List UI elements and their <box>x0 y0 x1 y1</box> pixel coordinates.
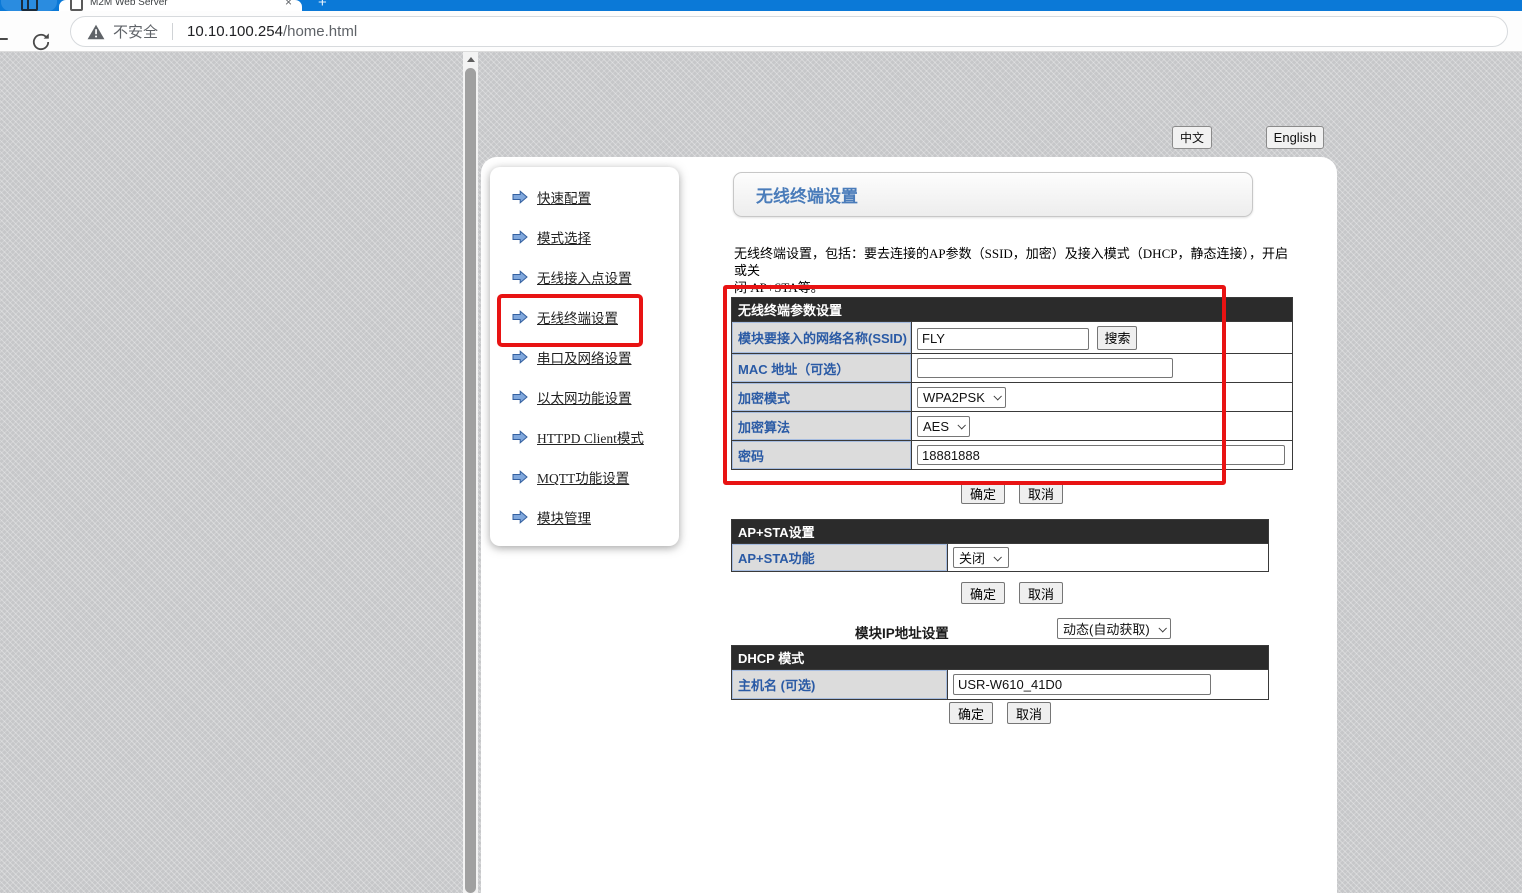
apsta-function-value: 关闭 <box>959 548 985 567</box>
encryption-algorithm-select[interactable]: AES <box>917 416 970 437</box>
page-description: 无线终端设置，包括：要去连接的AP参数（SSID，加密）及接入模式（DHCP，静… <box>734 245 1300 296</box>
search-button[interactable]: 搜索 <box>1097 326 1137 350</box>
mac-label: MAC 地址（可选） <box>732 354 912 383</box>
refresh-icon[interactable] <box>30 31 52 53</box>
close-tab-icon[interactable]: × <box>285 0 292 8</box>
mac-input[interactable] <box>917 358 1173 378</box>
url-text: 10.10.100.254/home.html <box>187 23 357 40</box>
apsta-table: AP+STA设置 AP+STA功能 关闭 <box>731 519 1269 572</box>
scroll-up-icon[interactable] <box>463 52 478 67</box>
lang-chinese-button[interactable]: 中文 <box>1172 126 1212 149</box>
lang-english-button[interactable]: English <box>1266 126 1324 149</box>
encryption-algorithm-value: AES <box>923 419 949 434</box>
ip-mode-value: 动态(自动获取) <box>1063 619 1150 638</box>
new-tab-button[interactable]: + <box>318 0 327 10</box>
apsta-buttons-row: 确定 取消 <box>731 582 1293 604</box>
browser-toolbar: 不安全 10.10.100.254/home.html <box>0 11 1522 52</box>
table-header: 无线终端参数设置 <box>732 298 1293 322</box>
sidebar-item-module-management[interactable]: 模块管理 <box>490 497 679 537</box>
pinned-tab[interactable] <box>1 0 57 11</box>
url-path: /home.html <box>283 23 357 40</box>
arrow-icon <box>512 470 528 484</box>
sidebar-item-label[interactable]: 以太网功能设置 <box>537 387 632 407</box>
sidebar-item-label[interactable]: 无线接入点设置 <box>537 267 632 287</box>
dhcp-buttons-row: 确定 取消 <box>731 702 1269 724</box>
module-ip-label: 模块IP地址设置 <box>855 622 949 642</box>
cancel-button[interactable]: 取消 <box>1007 702 1051 724</box>
arrow-icon <box>512 350 528 364</box>
ok-button[interactable]: 确定 <box>961 582 1005 604</box>
arrow-icon <box>512 230 528 244</box>
url-host: 10.10.100.254 <box>187 23 283 40</box>
sidebar-item-quick-config[interactable]: 快速配置 <box>490 177 679 217</box>
table-header: DHCP 模式 <box>732 646 1269 670</box>
arrow-icon <box>512 310 528 324</box>
browser-titlebar: M2M Web Server × + <box>0 0 1522 11</box>
scrollbar-thumb[interactable] <box>465 68 476 893</box>
sidebar-item-label[interactable]: 模式选择 <box>537 227 591 247</box>
sidebar-item-label[interactable]: 无线终端设置 <box>537 307 618 327</box>
sidebar-item-mode-select[interactable]: 模式选择 <box>490 217 679 257</box>
arrow-icon <box>512 430 528 444</box>
sidebar-menu: 快速配置 模式选择 无线接入点设置 无线终端设置 串口及网络设置 以太网功能设置 <box>490 167 679 546</box>
ok-button[interactable]: 确定 <box>961 482 1005 504</box>
main-panel: 快速配置 模式选择 无线接入点设置 无线终端设置 串口及网络设置 以太网功能设置 <box>481 157 1337 893</box>
browser-tab[interactable]: M2M Web Server × <box>59 0 302 11</box>
ok-button[interactable]: 确定 <box>949 702 993 724</box>
page-title-box: 无线终端设置 <box>733 172 1253 217</box>
page-background: 中文 English 快速配置 模式选择 无线接入点设置 无线终端设置 <box>0 52 1522 893</box>
arrow-icon <box>512 270 528 284</box>
description-line: 闭 AP+STA等。 <box>734 279 1300 296</box>
arrow-icon <box>512 190 528 204</box>
sidebar-item-ap-settings[interactable]: 无线接入点设置 <box>490 257 679 297</box>
address-bar[interactable]: 不安全 10.10.100.254/home.html <box>70 16 1508 47</box>
encryption-mode-label: 加密模式 <box>732 383 912 412</box>
frame-scrollbar[interactable] <box>463 52 478 893</box>
hostname-label: 主机名 (可选) <box>732 670 948 700</box>
description-line: 无线终端设置，包括：要去连接的AP参数（SSID，加密）及接入模式（DHCP，静… <box>734 245 1300 279</box>
apsta-function-select[interactable]: 关闭 <box>953 547 1009 568</box>
encryption-mode-select[interactable]: WPA2PSK <box>917 387 1006 408</box>
ip-mode-select[interactable]: 动态(自动获取) <box>1057 618 1171 639</box>
sidebar-item-label[interactable]: HTTPD Client模式 <box>537 427 644 447</box>
hostname-input[interactable] <box>953 674 1211 695</box>
cancel-button[interactable]: 取消 <box>1019 482 1063 504</box>
warning-icon <box>87 24 105 40</box>
sta-params-table: 无线终端参数设置 模块要接入的网络名称(SSID) 搜索 MAC 地址（可选） … <box>731 297 1293 470</box>
password-label: 密码 <box>732 441 912 470</box>
sidebar-item-httpd-client[interactable]: HTTPD Client模式 <box>490 417 679 457</box>
tab-title: M2M Web Server <box>90 0 260 8</box>
apsta-function-label: AP+STA功能 <box>732 544 948 572</box>
sidebar-item-serial-network[interactable]: 串口及网络设置 <box>490 337 679 377</box>
sidebar-item-mqtt[interactable]: MQTT功能设置 <box>490 457 679 497</box>
password-input[interactable] <box>917 445 1285 465</box>
sidebar-item-ethernet[interactable]: 以太网功能设置 <box>490 377 679 417</box>
dhcp-table: DHCP 模式 主机名 (可选) <box>731 645 1269 700</box>
sidebar-item-label[interactable]: 快速配置 <box>537 187 591 207</box>
sidebar-item-label[interactable]: 模块管理 <box>537 507 591 527</box>
arrow-icon <box>512 510 528 524</box>
address-divider <box>172 23 173 40</box>
back-icon[interactable] <box>0 32 9 46</box>
ssid-input[interactable] <box>917 328 1089 350</box>
window-icon <box>21 0 38 11</box>
page-title: 无线终端设置 <box>756 182 858 207</box>
sidebar-item-sta-settings[interactable]: 无线终端设置 <box>490 297 679 337</box>
encryption-mode-value: WPA2PSK <box>923 390 985 405</box>
page-favicon-icon <box>70 0 83 11</box>
ssid-label: 模块要接入的网络名称(SSID) <box>732 322 912 354</box>
encryption-algorithm-label: 加密算法 <box>732 412 912 441</box>
cancel-button[interactable]: 取消 <box>1019 582 1063 604</box>
sidebar-item-label[interactable]: 串口及网络设置 <box>537 347 632 367</box>
sidebar-item-label[interactable]: MQTT功能设置 <box>537 467 629 487</box>
sta-buttons-row: 确定 取消 <box>731 482 1293 504</box>
security-label: 不安全 <box>113 21 158 42</box>
arrow-icon <box>512 390 528 404</box>
table-header: AP+STA设置 <box>732 520 1269 544</box>
